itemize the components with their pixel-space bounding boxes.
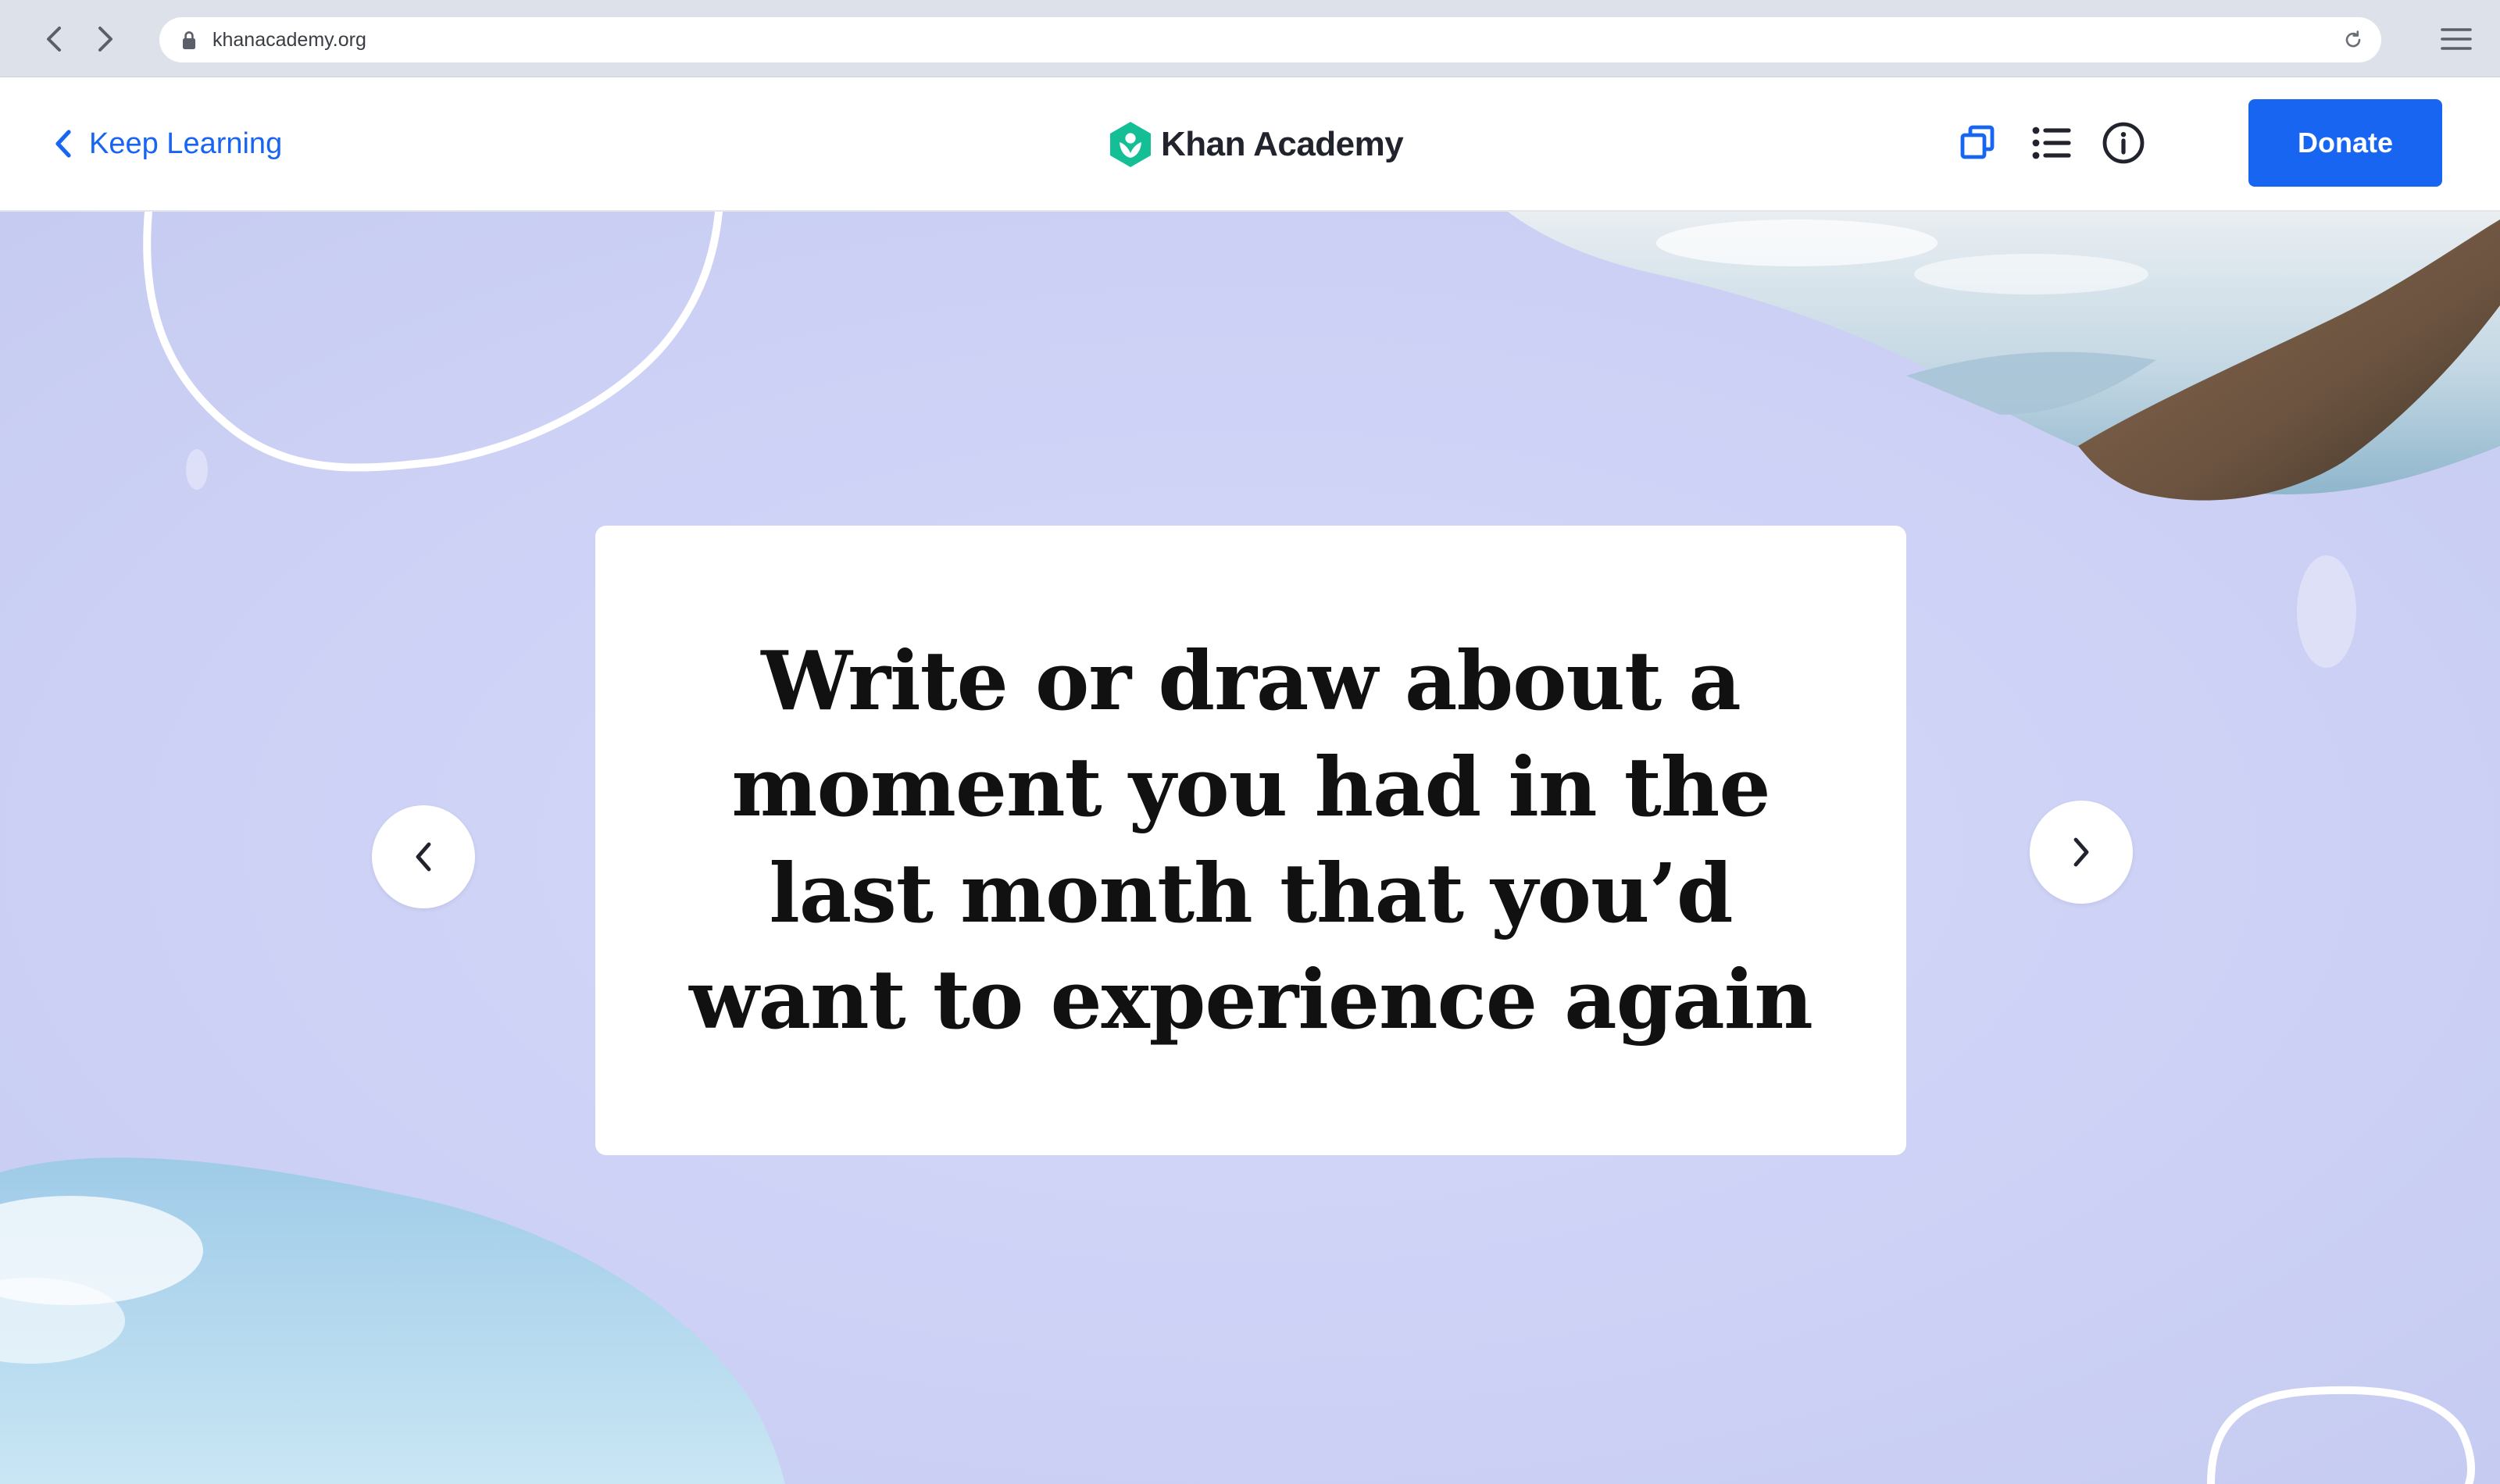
site-header: Keep Learning Khan Academy Donate — [0, 77, 2500, 212]
keep-learning-link[interactable]: Keep Learning — [55, 123, 282, 165]
menu-icon[interactable] — [2439, 22, 2473, 56]
info-icon[interactable] — [2102, 121, 2145, 165]
chevron-left-icon — [55, 130, 71, 158]
previous-prompt-button[interactable] — [372, 805, 475, 908]
keep-learning-label: Keep Learning — [89, 127, 283, 160]
khan-academy-logo[interactable]: Khan Academy — [1109, 121, 1404, 168]
back-arrow-icon — [47, 27, 61, 52]
donate-button[interactable]: Donate — [2248, 99, 2442, 187]
browser-chrome: khanacademy.org — [0, 0, 2500, 77]
copy-cards-icon[interactable] — [1956, 121, 2000, 165]
activity-stage: Write or draw about a moment you had in … — [0, 212, 2500, 1484]
browser-forward-button[interactable] — [84, 19, 125, 59]
brand-name: Khan Academy — [1161, 125, 1404, 163]
lock-icon — [183, 31, 195, 49]
prompt-card: Write or draw about a moment you had in … — [595, 526, 1906, 1155]
prompt-text: Write or draw about a moment you had in … — [689, 633, 1813, 1047]
next-prompt-button[interactable] — [2030, 801, 2133, 904]
chevron-right-icon — [2073, 837, 2089, 867]
forward-arrow-icon — [98, 27, 112, 52]
address-bar[interactable]: khanacademy.org — [159, 17, 2381, 62]
url-text: khanacademy.org — [212, 28, 366, 51]
khan-academy-hexagon-icon — [1110, 122, 1151, 167]
list-icon[interactable] — [2030, 121, 2073, 165]
chevron-left-icon — [416, 842, 431, 872]
browser-back-button[interactable] — [34, 19, 75, 59]
reload-icon[interactable] — [2344, 30, 2362, 49]
